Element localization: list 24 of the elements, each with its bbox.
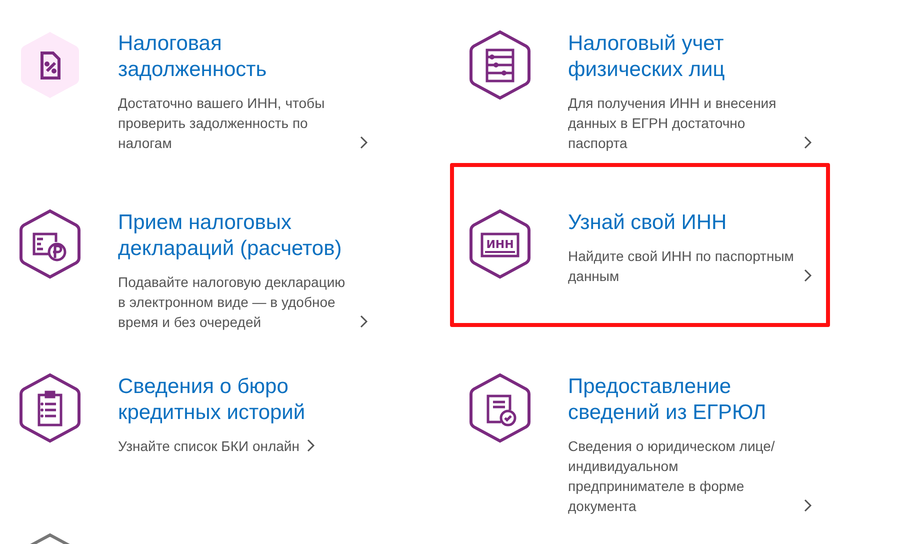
service-title-link[interactable]: Узнай свой ИНН (568, 210, 812, 236)
service-title-link[interactable]: Налоговая задолженность (118, 31, 368, 83)
abacus-icon (468, 29, 532, 101)
service-description: Найдите свой ИНН по паспортным данным (568, 247, 795, 286)
service-title-link[interactable]: Предоставление сведений из ЕГРЮЛ (568, 374, 812, 426)
ruble-document-icon (18, 208, 82, 280)
service-description: Для получения ИНН и внесения данных в ЕГРН достаточно паспорта (568, 94, 778, 153)
service-description: Достаточно вашего ИНН, чтобы проверить задолженность по налогам (118, 94, 326, 153)
clipboard-list-icon (18, 372, 82, 444)
service-description: Узнайте список БКИ онлайн (118, 437, 300, 456)
service-description: Сведения о юридическом лице/ индивидуальном предпринимателе в форме документа (568, 437, 776, 516)
chevron-right-icon[interactable] (360, 315, 368, 328)
document-check-icon (468, 372, 532, 444)
chevron-right-icon[interactable] (804, 136, 812, 149)
service-description: Подавайте налоговую декларацию в электронном виде — в удобное время и без очередей (118, 273, 346, 332)
chevron-right-icon[interactable] (804, 269, 812, 282)
service-title-link[interactable]: Налоговый учет физических лиц (568, 31, 812, 83)
chevron-right-icon[interactable] (360, 136, 368, 149)
service-title-link[interactable]: Сведения о бюро кредитных историй (118, 374, 368, 426)
inn-card-icon: ИНН (468, 208, 532, 280)
percent-document-icon (18, 29, 82, 101)
chevron-right-icon[interactable] (307, 439, 316, 452)
chevron-right-icon[interactable] (804, 499, 812, 512)
service-title-link[interactable]: Прием налоговых деклараций (расчетов) (118, 210, 368, 262)
